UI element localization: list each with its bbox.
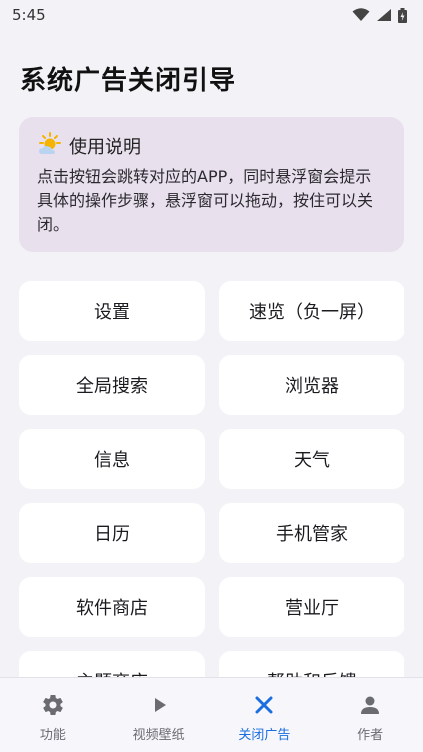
status-icons (352, 7, 407, 23)
nav-item-features[interactable]: 功能 (0, 678, 106, 752)
person-icon (357, 692, 383, 718)
nav-label-close-ads: 关闭广告 (238, 728, 291, 743)
status-time: 5:45 (12, 6, 46, 24)
app-tile-button[interactable]: 日历 (19, 503, 205, 563)
play-icon (146, 692, 172, 718)
status-bar: 5:45 (0, 0, 423, 30)
nav-label-author: 作者 (357, 728, 384, 743)
page-title: 系统广告关闭引导 (20, 66, 237, 96)
battery-icon (398, 7, 407, 23)
nav-label-video-wallpaper: 视频壁纸 (132, 728, 185, 743)
weather-sun-cloud-icon (37, 132, 63, 160)
nav-item-video-wallpaper[interactable]: 视频壁纸 (106, 678, 212, 752)
nav-item-author[interactable]: 作者 (317, 678, 423, 752)
nav-label-features: 功能 (39, 728, 66, 743)
app-tile-button[interactable]: 天气 (219, 429, 404, 489)
signal-icon (377, 9, 391, 21)
app-tile-button[interactable]: 信息 (19, 429, 205, 489)
close-icon (251, 692, 277, 718)
bottom-navigation: 功能 视频壁纸 关闭广告 作者 (0, 677, 423, 752)
gear-icon (40, 692, 66, 718)
info-text: 点击按钮会跳转对应的APP，同时悬浮窗会提示具体的操作步骤，悬浮窗可以拖动，按住… (37, 167, 374, 234)
app-button-grid-inner: 设置速览（负一屏）全局搜索浏览器信息天气日历手机管家软件商店营业厅主题商店帮助和… (19, 281, 404, 677)
app-tile-button[interactable]: 设置 (19, 281, 205, 341)
wifi-icon (352, 8, 370, 21)
app-tile-button[interactable]: 营业厅 (219, 577, 404, 637)
usage-info-card: 使用说明 点击按钮会跳转对应的APP，同时悬浮窗会提示具体的操作步骤，悬浮窗可以… (19, 117, 404, 252)
info-title: 使用说明 (69, 137, 141, 158)
app-tile-button[interactable]: 主题商店 (19, 651, 205, 677)
app-tile-button[interactable]: 软件商店 (19, 577, 205, 637)
info-header: 使用说明 (37, 131, 386, 161)
app-tile-button[interactable]: 速览（负一屏） (219, 281, 404, 341)
app-tile-button[interactable]: 手机管家 (219, 503, 404, 563)
nav-item-close-ads[interactable]: 关闭广告 (212, 678, 318, 752)
app-tile-button[interactable]: 全局搜索 (19, 355, 205, 415)
app-tile-button[interactable]: 帮助和反馈 (219, 651, 404, 677)
app-tile-button[interactable]: 浏览器 (219, 355, 404, 415)
app-button-grid: 设置速览（负一屏）全局搜索浏览器信息天气日历手机管家软件商店营业厅主题商店帮助和… (19, 281, 404, 677)
